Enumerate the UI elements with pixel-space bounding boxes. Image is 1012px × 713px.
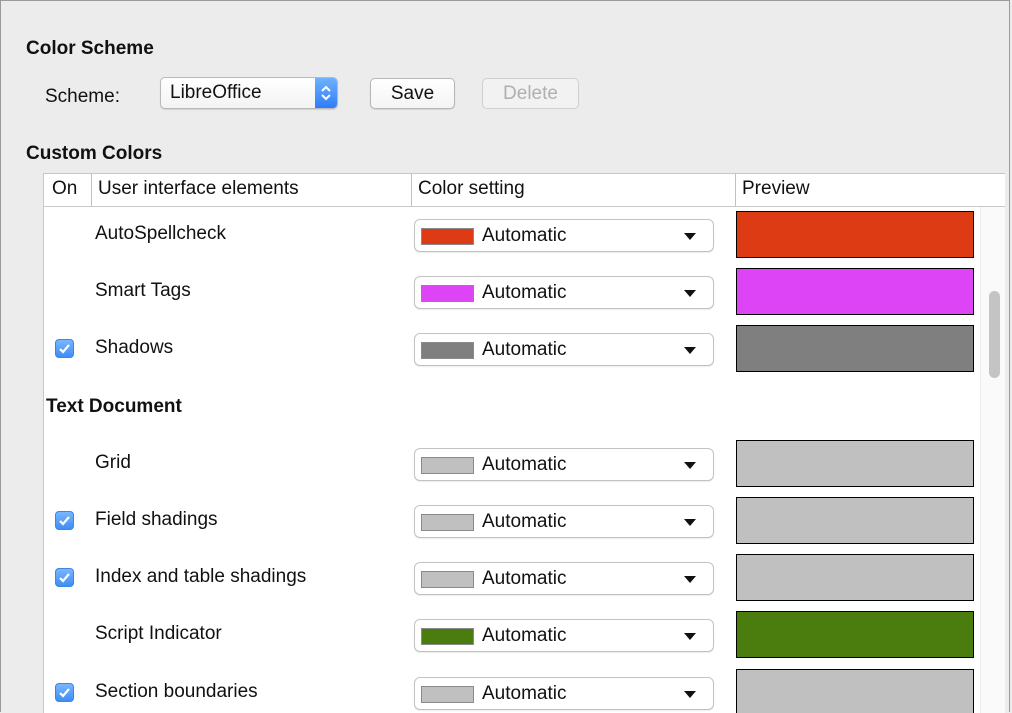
table-row[interactable]: Section boundaries Automatic [44, 665, 980, 713]
dropdown-arrow-icon[interactable] [684, 690, 696, 698]
on-checkbox[interactable] [55, 568, 74, 588]
table-row[interactable]: Script Indicator Automatic [44, 607, 980, 664]
color-setting-dropdown[interactable]: Automatic [414, 562, 714, 596]
color-setting-dropdown[interactable]: Automatic [414, 505, 714, 538]
group-heading: Text Document [46, 395, 182, 417]
delete-button[interactable]: Delete [482, 78, 579, 109]
custom-colors-heading: Custom Colors [26, 143, 163, 164]
group-row: Text Document [44, 379, 980, 436]
color-setting-dropdown[interactable]: Automatic [414, 219, 714, 252]
color-setting-value: Automatic [482, 282, 567, 304]
element-label: Shadows [95, 337, 174, 359]
dropdown-arrow-icon[interactable] [684, 290, 696, 298]
element-label: Field shadings [95, 509, 218, 530]
color-swatch [421, 685, 474, 703]
color-setting-value: Automatic [482, 453, 567, 475]
custom-colors-table: On User interface elements Color setting… [43, 173, 1005, 713]
header-preview[interactable]: Preview [735, 174, 1005, 206]
on-checkbox[interactable] [55, 339, 74, 359]
table-row[interactable]: Index and table shadings Automatic [44, 550, 980, 607]
scrollbar-thumb[interactable] [989, 291, 1000, 378]
color-preview [736, 439, 974, 487]
table-row[interactable]: Shadows Automatic [44, 321, 980, 378]
color-setting-value: Automatic [482, 682, 567, 704]
color-swatch [421, 514, 474, 531]
dropdown-arrow-icon[interactable] [684, 347, 696, 355]
element-label: Index and table shadings [95, 566, 307, 588]
color-swatch [421, 456, 474, 474]
color-setting-dropdown[interactable]: Automatic [414, 619, 714, 653]
color-setting-value: Automatic [482, 339, 567, 361]
dropdown-arrow-icon[interactable] [684, 519, 696, 526]
color-scheme-heading: Color Scheme [26, 38, 154, 59]
header-color-setting[interactable]: Color setting [411, 174, 735, 206]
element-label: Section boundaries [95, 680, 258, 702]
options-panel: Color Scheme Scheme: LibreOffice Save De… [0, 0, 1010, 713]
checkmark-icon [59, 344, 70, 355]
color-setting-dropdown[interactable]: Automatic [414, 447, 714, 481]
color-swatch [421, 628, 474, 646]
dropdown-arrow-icon[interactable] [684, 576, 696, 584]
color-preview [736, 497, 974, 544]
color-setting-value: Automatic [482, 568, 567, 590]
color-setting-value: Automatic [482, 511, 567, 532]
dropdown-arrow-icon[interactable] [684, 461, 696, 469]
table-row[interactable]: Field shadings Automatic [44, 493, 980, 550]
dropdown-arrow-icon[interactable] [684, 233, 696, 240]
color-preview [736, 211, 974, 258]
table-row[interactable]: Smart Tags Automatic [44, 264, 980, 321]
color-swatch [421, 571, 474, 589]
on-checkbox[interactable] [55, 511, 74, 530]
table-header: On User interface elements Color setting… [44, 174, 1005, 207]
color-setting-value: Automatic [482, 625, 567, 647]
checkmark-icon [59, 516, 70, 526]
color-preview [736, 325, 974, 373]
element-label: Script Indicator [95, 623, 222, 645]
color-swatch [421, 285, 474, 303]
element-label: Grid [95, 451, 131, 473]
color-preview [736, 554, 974, 602]
dropdown-arrow-icon[interactable] [684, 633, 696, 641]
on-checkbox[interactable] [55, 682, 74, 702]
color-swatch [421, 228, 474, 245]
color-setting-dropdown[interactable]: Automatic [414, 676, 714, 710]
vertical-scrollbar[interactable] [980, 207, 1005, 713]
scheme-select[interactable]: LibreOffice [160, 77, 338, 109]
color-setting-value: Automatic [482, 225, 567, 246]
header-ui-elements[interactable]: User interface elements [91, 174, 411, 206]
checkmark-icon [59, 687, 70, 698]
element-label: Smart Tags [95, 280, 191, 302]
color-setting-dropdown[interactable]: Automatic [414, 333, 714, 367]
header-on[interactable]: On [44, 174, 91, 206]
color-setting-dropdown[interactable]: Automatic [414, 276, 714, 310]
color-swatch [421, 342, 474, 360]
checkmark-icon [59, 573, 70, 583]
color-preview [736, 268, 974, 316]
color-preview [736, 611, 974, 659]
table-row[interactable]: AutoSpellcheck Automatic [44, 207, 980, 264]
scheme-select-value: LibreOffice [170, 82, 262, 103]
element-label: AutoSpellcheck [95, 223, 226, 244]
save-button[interactable]: Save [370, 78, 455, 109]
table-row[interactable]: Grid Automatic [44, 436, 980, 493]
up-down-stepper-icon[interactable] [315, 78, 337, 108]
scheme-label: Scheme: [45, 86, 120, 107]
color-preview [736, 668, 974, 713]
